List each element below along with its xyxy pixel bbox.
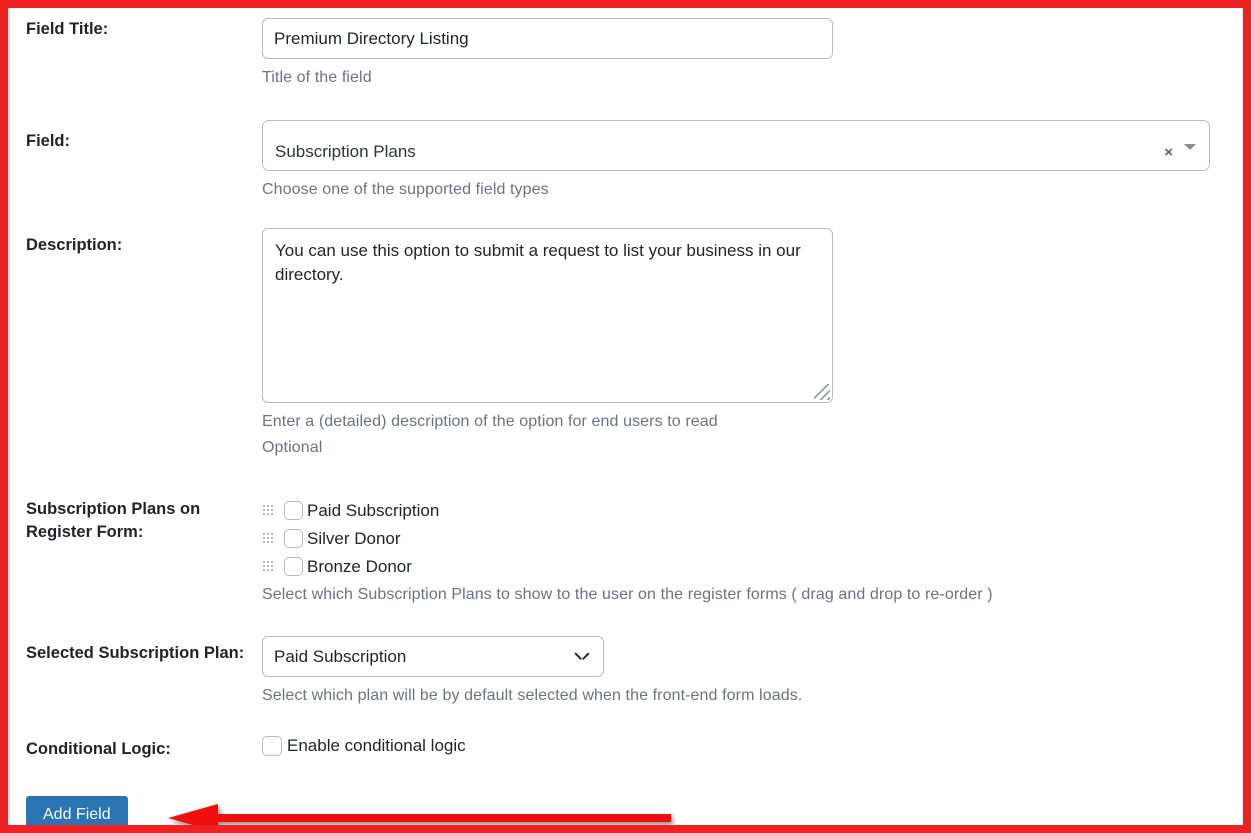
field-title-help: Title of the field [262,69,372,86]
conditional-logic-checkbox[interactable] [262,736,282,756]
plan-label: Silver Donor [307,528,401,548]
field-title-row: Field Title: Title of the field [10,18,1242,91]
description-textarea-wrap: You can use this option to submit a requ… [262,228,833,403]
selected-plan-value: Paid Subscription [274,646,407,666]
subscription-plans-row: Subscription Plans on Register Form: Pai… [10,496,1242,608]
add-field-button[interactable]: Add Field [26,796,128,825]
caret-down-icon[interactable] [1184,143,1196,150]
field-type-control: Subscription Plans × Choose one of the s… [262,120,1242,203]
field-title-input[interactable] [262,18,833,59]
settings-form-panel: Field Title: Title of the field Field: S… [8,8,1243,825]
chevron-down-icon[interactable] [576,651,588,663]
description-row: Description: You can use this option to … [10,228,1242,461]
plan-label: Bronze Donor [307,556,412,576]
red-annotation-frame: Field Title: Title of the field Field: S… [0,0,1251,833]
description-control: You can use this option to submit a requ… [262,228,1242,461]
description-help-line-2: Optional [262,438,323,456]
subscription-plans-label: Subscription Plans on Register Form: [10,496,262,545]
selected-plan-help: Select which plan will be by default sel… [262,687,803,704]
subscription-plans-label-line-2: Register Form: [26,523,144,542]
description-label: Description: [26,236,123,254]
close-x-icon[interactable]: × [1164,145,1173,160]
list-item[interactable]: Bronze Donor [262,552,1242,580]
plan-checkbox[interactable] [284,528,303,548]
field-title-label: Field Title: [26,20,109,38]
drag-handle-icon[interactable] [262,504,274,516]
description-textarea[interactable]: You can use this option to submit a requ… [262,228,833,403]
plan-checkbox[interactable] [284,556,303,576]
field-type-selected-value: Subscription Plans [275,141,416,161]
subscription-plans-help: Select which Subscription Plans to show … [262,586,993,603]
description-help-line-1: Enter a (detailed) description of the op… [262,413,718,430]
field-type-help: Choose one of the supported field types [262,181,549,198]
subscription-plans-control: Paid Subscription Silver Donor Bronze Do… [262,496,1242,608]
field-title-control: Title of the field [262,18,1242,91]
field-type-select[interactable]: Subscription Plans × [262,120,1210,171]
selected-plan-control: Paid Subscription Select which plan will… [262,636,1242,709]
subscription-plans-label-line-1: Subscription Plans on [26,500,201,518]
conditional-logic-checkbox-label: Enable conditional logic [287,736,466,755]
plan-label: Paid Subscription [307,500,440,520]
selected-plan-label: Selected Subscription Plan: [26,644,245,662]
list-item[interactable]: Silver Donor [262,524,1242,552]
field-type-row: Field: Subscription Plans × Choose one o… [10,120,1242,203]
conditional-logic-row: Conditional Logic: Enable conditional lo… [10,736,1242,761]
conditional-logic-control: Enable conditional logic [262,736,1242,756]
selected-plan-row: Selected Subscription Plan: Paid Subscri… [10,636,1242,709]
drag-handle-icon[interactable] [262,532,274,544]
enable-conditional-logic-toggle[interactable]: Enable conditional logic [262,736,1242,756]
list-item[interactable]: Paid Subscription [262,496,1242,524]
selected-plan-select[interactable]: Paid Subscription [262,636,604,677]
subscription-plans-list: Paid Subscription Silver Donor Bronze Do… [262,496,1242,580]
submit-row: Add Field [26,796,1242,825]
plan-checkbox[interactable] [284,500,303,520]
field-type-label: Field: [26,132,70,150]
conditional-logic-label: Conditional Logic: [26,740,171,758]
drag-handle-icon[interactable] [262,560,274,572]
